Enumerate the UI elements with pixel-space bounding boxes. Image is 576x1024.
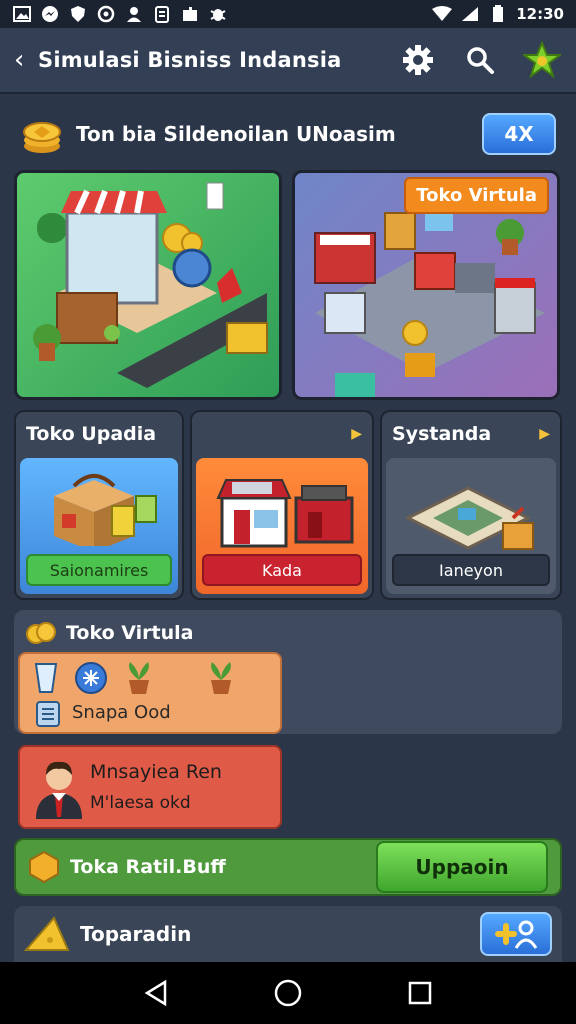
upgrade-bar: Toka Ratil.Buff Uppaoin [14, 838, 562, 896]
store-stalls-illustration [216, 479, 354, 548]
back-triangle-icon[interactable] [136, 973, 176, 1013]
chevron-left-icon[interactable]: ‹ [14, 45, 34, 75]
category-kada[interactable]: ▶ Kada [190, 410, 374, 600]
recents-square-icon[interactable] [400, 973, 440, 1013]
sync-icon [96, 4, 116, 24]
chevron-right-icon[interactable]: ▶ [539, 426, 550, 442]
section-title: Toko Virtula [66, 622, 194, 644]
category-systanda[interactable]: Systanda ▶ Ianeyon [380, 410, 562, 600]
status-system-icons: 12:30 [432, 4, 564, 24]
status-bar: 12:30 [0, 0, 576, 28]
header-row: Ton bia Sildenoilan UNoasim 4X [14, 104, 562, 164]
category-body: Kada [196, 458, 368, 594]
snowflake-badge-icon [75, 662, 107, 694]
section-header: Toko Virtula [26, 620, 193, 646]
status-notification-icons [12, 4, 228, 24]
coin-stack-icon [20, 112, 64, 156]
speed-button[interactable]: 4X [482, 113, 556, 155]
product-label: Snapa Ood [72, 702, 171, 723]
battery-icon [488, 4, 508, 24]
category-header: ▶ [192, 412, 372, 456]
manager-card[interactable]: Mnsayiea Ren M'laesa okd [18, 745, 282, 829]
avatar [36, 761, 82, 819]
cheese-icon [24, 916, 70, 951]
shop-scene-illustration [33, 182, 268, 388]
people-icon [124, 4, 144, 24]
shield-icon [68, 4, 88, 24]
category-header: Toko Upadia [16, 412, 182, 456]
gold-block-icon [29, 850, 59, 884]
gear-icon[interactable] [398, 40, 438, 80]
shop-illustration-card[interactable] [14, 170, 282, 400]
potted-plant-icon [129, 662, 149, 694]
status-time: 12:30 [516, 5, 564, 23]
upgrade-button[interactable]: Uppaoin [376, 841, 548, 893]
category-title: Toko Upadia [26, 423, 157, 445]
bottom-row-title: Toparadin [80, 922, 192, 946]
manager-subtitle: M'laesa okd [90, 793, 191, 813]
upgrade-text: Toka Ratil.Buff [70, 856, 226, 878]
add-friend-button[interactable] [480, 912, 552, 956]
potted-plant-icon [211, 662, 231, 694]
header-title: Ton bia Sildenoilan UNoasim [76, 122, 396, 146]
box-illustration [54, 474, 157, 546]
product-icons [32, 660, 238, 696]
category-button[interactable]: Ianeyon [392, 554, 550, 586]
product-item-card[interactable]: Snapa Ood [18, 652, 282, 734]
puzzle-icon [180, 4, 200, 24]
toolbar-actions [398, 40, 562, 80]
virtual-store-tag: Toko Virtula [404, 177, 549, 214]
category-body: Ianeyon [386, 458, 556, 594]
category-toko-upadia[interactable]: Toko Upadia Saionamires [14, 410, 184, 600]
bug-icon [208, 4, 228, 24]
manager-name: Mnsayiea Ren [90, 761, 222, 783]
board-illustration [404, 486, 534, 550]
star-icon[interactable] [522, 40, 562, 80]
category-header: Systanda ▶ [382, 412, 560, 456]
image-icon [12, 4, 32, 24]
category-button[interactable]: Saionamires [26, 554, 172, 586]
home-circle-icon[interactable] [268, 973, 308, 1013]
add-user-icon [495, 920, 538, 949]
wifi-icon [432, 4, 453, 24]
category-button[interactable]: Kada [202, 554, 362, 586]
document-icon [36, 701, 60, 727]
signal-icon [460, 4, 480, 24]
clipboard-icon [152, 4, 172, 24]
messenger-icon [40, 4, 60, 24]
top-app-bar: ‹ Simulasi Bisniss Indansia [0, 28, 576, 94]
chevron-right-icon[interactable]: ▶ [351, 426, 362, 442]
search-icon[interactable] [460, 40, 500, 80]
category-body: Saionamires [20, 458, 178, 594]
page-title: Simulasi Bisniss Indansia [38, 48, 342, 72]
system-nav-bar [0, 962, 576, 1024]
category-title: Systanda [392, 423, 492, 445]
coins-icon [26, 622, 56, 644]
virtual-store-card[interactable]: Toko Virtula [292, 170, 560, 400]
bottom-row: Toparadin [14, 906, 562, 962]
cup-icon [34, 663, 58, 693]
